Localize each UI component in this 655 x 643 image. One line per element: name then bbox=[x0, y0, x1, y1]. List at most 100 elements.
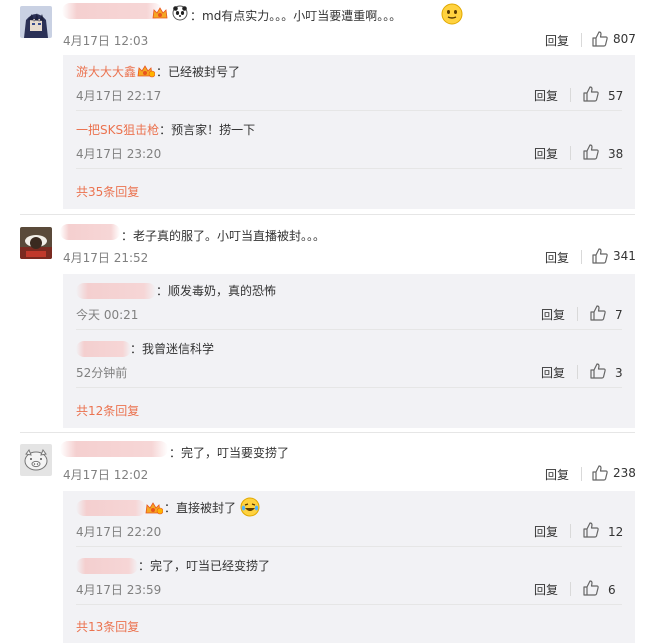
divider bbox=[76, 329, 622, 330]
vip-crown-icon bbox=[137, 64, 156, 81]
reply-text: ：已经被封号了 bbox=[156, 65, 241, 79]
reply-item: ：完了，叮当已经变捞了 4月17日 23:59 回复 6 bbox=[63, 549, 635, 605]
like-button[interactable]: 807 bbox=[591, 30, 636, 48]
reply-line: 游大大大鑫 ：已经被封号了 bbox=[76, 63, 240, 81]
thumbs-up-icon bbox=[591, 30, 609, 48]
reply-time: 4月17日 22:20 bbox=[76, 525, 162, 539]
like-button[interactable]: 57 bbox=[582, 85, 623, 106]
blurred-username bbox=[60, 441, 168, 457]
view-more-replies-link[interactable]: 共35条回复 bbox=[76, 183, 139, 200]
thread-divider bbox=[20, 432, 635, 433]
reply-item: 一把SKS狙击枪：预言家！捞一下 4月17日 23:20 回复 38 bbox=[63, 113, 635, 169]
like-count: 238 bbox=[613, 466, 636, 480]
reply-item: 游大大大鑫 ：已经被封号了 4月17日 22:17 回复 57 bbox=[63, 55, 635, 111]
like-count: 7 bbox=[615, 307, 623, 322]
reply-text: ：顺发毒奶，真的恐怖 bbox=[156, 284, 277, 298]
like-count: 341 bbox=[613, 249, 636, 263]
divider bbox=[581, 250, 582, 264]
divider bbox=[76, 387, 622, 388]
reply-item: ：我曾迷信科学 52分钟前 回复 3 bbox=[63, 332, 635, 388]
like-button[interactable]: 6 bbox=[582, 579, 616, 600]
thumbs-up-icon bbox=[582, 143, 600, 164]
divider bbox=[581, 467, 582, 481]
reply-username[interactable]: 一把SKS狙击枪 bbox=[76, 123, 159, 137]
vip-crown-icon bbox=[152, 6, 168, 23]
like-button[interactable]: 238 bbox=[591, 464, 636, 482]
thumbs-up-icon bbox=[589, 304, 607, 325]
divider bbox=[570, 524, 571, 538]
divider bbox=[577, 307, 578, 321]
blurred-username bbox=[60, 224, 120, 240]
like-button[interactable]: 7 bbox=[589, 304, 623, 325]
like-button[interactable]: 38 bbox=[582, 143, 623, 164]
reply-button[interactable]: 回复 bbox=[541, 306, 565, 323]
reply-time: 今天 00:21 bbox=[76, 308, 139, 322]
divider bbox=[581, 33, 582, 47]
reply-list: ：直接被封了 4月17日 22:20 回复 12 ：完了，叮当已经变捞了 4月1… bbox=[63, 491, 635, 643]
reply-button[interactable]: 回复 bbox=[534, 581, 558, 598]
comment-time: 4月17日 12:03 bbox=[63, 34, 149, 48]
comment-time: 4月17日 21:52 bbox=[63, 251, 149, 265]
reply-button[interactable]: 回复 bbox=[545, 466, 569, 483]
divider bbox=[76, 110, 622, 111]
vip-crown-icon bbox=[145, 501, 164, 518]
reply-text: ：预言家！捞一下 bbox=[159, 123, 256, 137]
reply-list: 游大大大鑫 ：已经被封号了 4月17日 22:17 回复 57 一把SKS狙击枪：… bbox=[63, 55, 635, 209]
divider bbox=[577, 365, 578, 379]
like-button[interactable]: 12 bbox=[582, 521, 623, 542]
user-avatar[interactable] bbox=[20, 227, 52, 259]
like-count: 3 bbox=[615, 365, 623, 380]
thread-divider bbox=[20, 214, 635, 215]
reply-list: ：顺发毒奶，真的恐怖 今天 00:21 回复 7 ：我曾迷信科学 52分钟前 回… bbox=[63, 274, 635, 428]
reply-button[interactable]: 回复 bbox=[534, 87, 558, 104]
reply-button[interactable]: 回复 bbox=[534, 145, 558, 162]
blurred-username bbox=[62, 3, 162, 19]
like-button[interactable]: 341 bbox=[591, 247, 636, 265]
divider bbox=[76, 546, 622, 547]
divider bbox=[570, 146, 571, 160]
reply-time: 52分钟前 bbox=[76, 366, 128, 380]
reply-text: ：完了，叮当已经变捞了 bbox=[138, 559, 271, 573]
laughing-tears-emoji-icon bbox=[240, 497, 260, 520]
reply-time: 4月17日 22:17 bbox=[76, 89, 162, 103]
like-count: 57 bbox=[608, 88, 624, 103]
reply-button[interactable]: 回复 bbox=[545, 32, 569, 49]
reply-button[interactable]: 回复 bbox=[541, 364, 565, 381]
reply-text: ：我曾迷信科学 bbox=[130, 342, 215, 356]
panda-badge-icon bbox=[172, 5, 188, 24]
divider bbox=[76, 168, 622, 169]
thumbs-up-icon bbox=[589, 362, 607, 383]
reply-item: ：顺发毒奶，真的恐怖 今天 00:21 回复 7 bbox=[63, 274, 635, 330]
comment-text: ：md有点实力。。。小叮当要遭重啊。。。 bbox=[190, 9, 402, 23]
reply-time: 4月17日 23:20 bbox=[76, 147, 162, 161]
like-count: 38 bbox=[608, 146, 624, 161]
user-avatar[interactable] bbox=[20, 444, 52, 476]
blurred-username bbox=[76, 500, 146, 516]
thumbs-up-icon bbox=[582, 85, 600, 106]
divider bbox=[76, 604, 622, 605]
reply-item: ：直接被封了 4月17日 22:20 回复 12 bbox=[63, 491, 635, 547]
like-count: 6 bbox=[608, 582, 616, 597]
reply-button[interactable]: 回复 bbox=[545, 249, 569, 266]
thumbs-up-icon bbox=[591, 247, 609, 265]
reply-line: 一把SKS狙击枪：预言家！捞一下 bbox=[76, 121, 255, 138]
like-count: 12 bbox=[608, 524, 624, 539]
sweat-smile-emoji-icon bbox=[441, 3, 463, 28]
thumbs-up-icon bbox=[582, 521, 600, 542]
comment-time: 4月17日 12:02 bbox=[63, 468, 149, 482]
reply-text: ：直接被封了 bbox=[164, 501, 237, 515]
reply-time: 4月17日 23:59 bbox=[76, 583, 162, 597]
thumbs-up-icon bbox=[591, 464, 609, 482]
user-avatar[interactable] bbox=[20, 6, 52, 38]
view-more-replies-link[interactable]: 共12条回复 bbox=[76, 402, 139, 419]
view-more-replies-link[interactable]: 共13条回复 bbox=[76, 618, 139, 635]
blurred-username bbox=[76, 283, 156, 299]
like-count: 807 bbox=[613, 32, 636, 46]
comment-text: ：老子真的服了。小叮当直播被封。。。 bbox=[121, 229, 326, 243]
reply-username[interactable]: 游大大大鑫 bbox=[76, 65, 136, 79]
blurred-username bbox=[76, 341, 131, 357]
thumbs-up-icon bbox=[582, 579, 600, 600]
divider bbox=[570, 582, 571, 596]
like-button[interactable]: 3 bbox=[589, 362, 623, 383]
reply-button[interactable]: 回复 bbox=[534, 523, 558, 540]
